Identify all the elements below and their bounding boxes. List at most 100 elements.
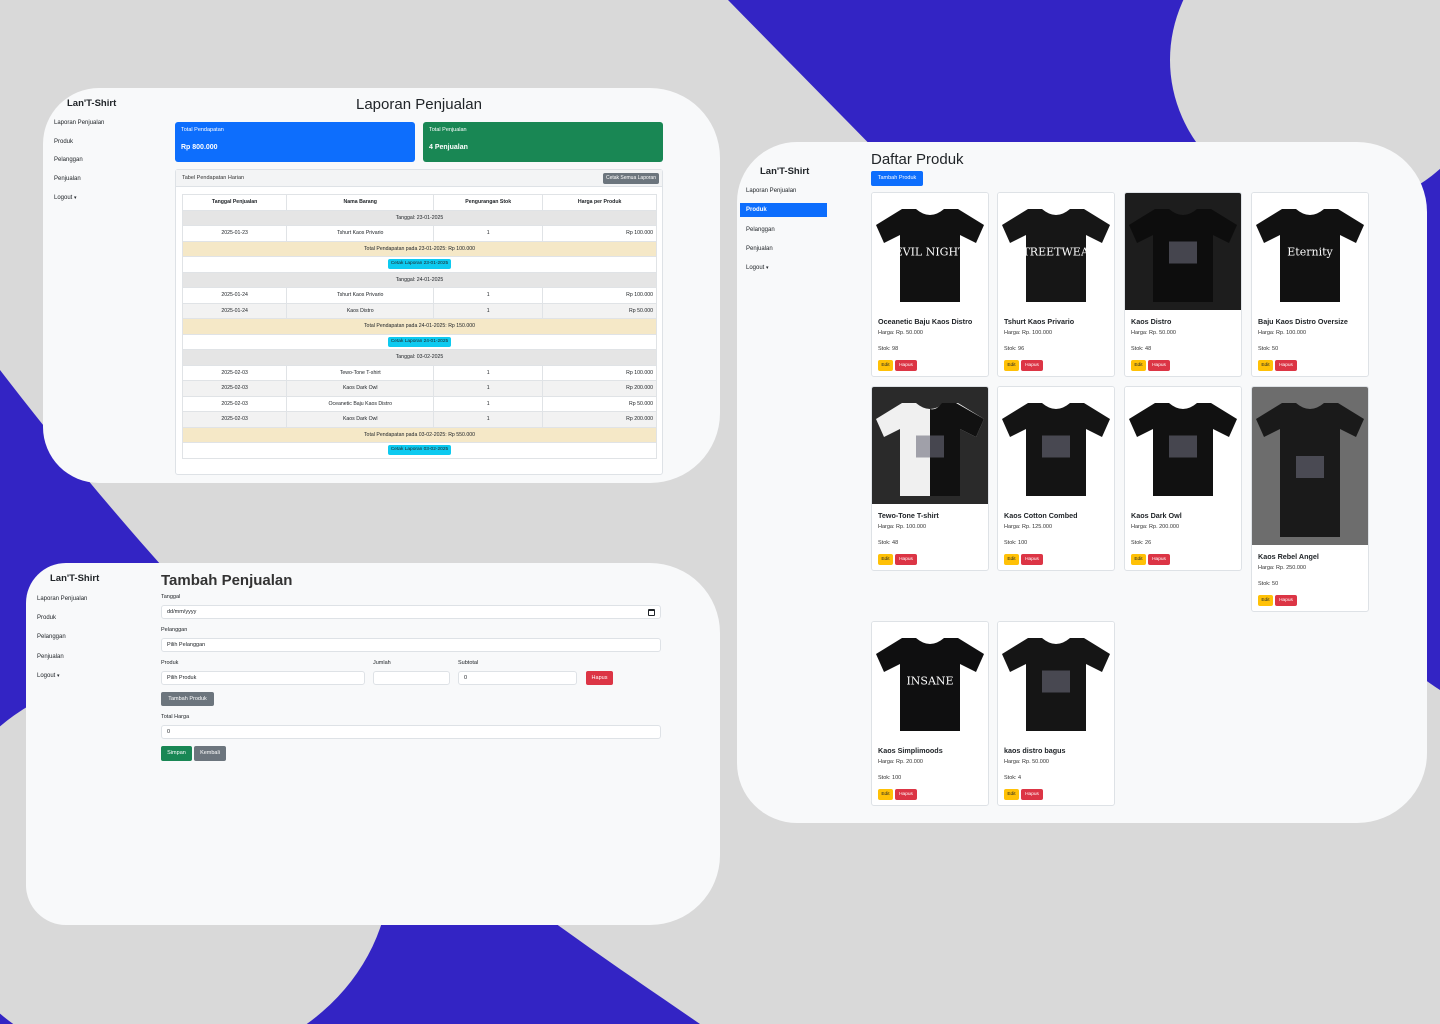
print-report-button[interactable]: Cetak Laporan 23-01-2025: [387, 259, 452, 270]
add-sale-panel: Lan'T-Shirt Laporan Penjualan Produk Pel…: [26, 563, 720, 925]
delete-button[interactable]: Hapus: [1148, 360, 1170, 371]
shirt-print-text: STREETWEAR: [1015, 246, 1098, 259]
print-report-button[interactable]: Cetak Laporan 03-02-2025: [387, 445, 452, 456]
delete-button[interactable]: Hapus: [1148, 554, 1170, 565]
total-sales-card: Total Penjualan 4 Penjualan: [423, 122, 663, 162]
table-cell: Tshurt Kaos Privario: [286, 287, 435, 304]
edit-button[interactable]: Edit: [878, 554, 893, 565]
back-button[interactable]: Kembali: [194, 746, 226, 761]
nav-logout[interactable]: Logout ▾: [31, 669, 60, 683]
edit-button[interactable]: Edit: [1004, 360, 1019, 371]
delete-button[interactable]: Hapus: [1021, 360, 1043, 371]
product-price: Harga: Rp. 50.000: [878, 330, 923, 336]
nav-penjualan[interactable]: Penjualan: [48, 172, 81, 186]
edit-button[interactable]: Edit: [1258, 595, 1273, 606]
brand-logo[interactable]: Lan'T-Shirt: [760, 166, 809, 177]
table-cell: Rp 100.000: [542, 364, 657, 381]
logout-label: Logout: [37, 673, 56, 679]
total-input: 0: [161, 725, 661, 739]
shirt-graphic: [1169, 241, 1197, 264]
delete-button[interactable]: Hapus: [1275, 595, 1297, 606]
edit-button[interactable]: Edit: [878, 360, 893, 371]
edit-button[interactable]: Edit: [878, 789, 893, 800]
shirt-print-text: EVIL NIGHT: [895, 246, 966, 259]
tshirt-distro-image: [1125, 193, 1241, 310]
add-product-button[interactable]: Tambah Produk: [871, 171, 923, 186]
print-cell: Cetak Laporan 24-01-2025: [182, 333, 657, 350]
product-name: Kaos Rebel Angel: [1258, 552, 1319, 561]
nav-produk[interactable]: Produk: [48, 135, 73, 149]
product-price: Harga: Rp. 125.000: [1004, 524, 1053, 530]
nav-pelanggan[interactable]: Pelanggan: [31, 630, 66, 644]
tshirt-icon: Eternity: [1256, 209, 1364, 302]
product-price: Harga: Rp. 100.000: [878, 524, 927, 530]
total-sales-label: Total Penjualan: [429, 127, 467, 133]
group-total-label: Total Pendapatan pada 23-01-2025: Rp 100…: [182, 240, 657, 257]
product-name: Kaos Distro: [1131, 317, 1172, 326]
table-cell: Tewo-Tone T-shirt: [286, 364, 435, 381]
table-cell: 1: [433, 225, 544, 242]
save-button[interactable]: Simpan: [161, 746, 192, 761]
page-title: Daftar Produk: [871, 151, 964, 168]
delete-button[interactable]: Hapus: [1021, 554, 1043, 565]
total-income-label: Total Pendapatan: [181, 127, 224, 133]
delete-button[interactable]: Hapus: [895, 360, 917, 371]
nav-laporan-penjualan[interactable]: Laporan Penjualan: [31, 592, 87, 606]
tshirt-icon: INSANE: [876, 638, 984, 731]
nav-penjualan[interactable]: Penjualan: [740, 242, 827, 256]
shirt-graphic: [1296, 456, 1324, 478]
customer-select[interactable]: Pilih Pelanggan: [161, 638, 661, 652]
delete-button[interactable]: Hapus: [1021, 789, 1043, 800]
nav-penjualan[interactable]: Penjualan: [31, 650, 64, 664]
delete-button[interactable]: Hapus: [1275, 360, 1297, 371]
calendar-icon[interactable]: [648, 609, 655, 616]
nav-logout[interactable]: Logout ▾: [740, 261, 827, 275]
print-report-button[interactable]: Cetak Laporan 24-01-2025: [387, 336, 452, 347]
date-group-row: Tanggal: 03-02-2025: [182, 349, 657, 366]
tshirt-cotton-combed-image: [998, 387, 1114, 504]
remove-product-button[interactable]: Hapus: [586, 671, 613, 685]
product-select[interactable]: Pilih Produk: [161, 671, 365, 685]
edit-button[interactable]: Edit: [1004, 789, 1019, 800]
brand-logo[interactable]: Lan'T-Shirt: [50, 573, 99, 584]
edit-button[interactable]: Edit: [1131, 554, 1146, 565]
quantity-input[interactable]: [373, 671, 450, 685]
product-name: Kaos Cotton Combed: [1004, 511, 1078, 520]
nav-laporan-penjualan[interactable]: Laporan Penjualan: [740, 184, 827, 198]
edit-button[interactable]: Edit: [1258, 360, 1273, 371]
tshirt-distro-bagus-image: [998, 622, 1114, 739]
nav-produk[interactable]: Produk: [31, 611, 56, 625]
table-cell: 1: [433, 411, 544, 428]
delete-button[interactable]: Hapus: [895, 554, 917, 565]
nav-pelanggan[interactable]: Pelanggan: [48, 153, 83, 167]
card-header-title: Tabel Pendapatan Harian: [182, 175, 245, 181]
product-stock: Stok: 98: [878, 346, 899, 352]
nav-logout[interactable]: Logout ▾: [48, 191, 77, 205]
nav-produk[interactable]: Produk: [740, 203, 827, 217]
brand-logo[interactable]: Lan'T-Shirt: [67, 98, 116, 109]
edit-button[interactable]: Edit: [1131, 360, 1146, 371]
caret-down-icon: ▾: [74, 195, 77, 201]
group-total-label: Total Pendapatan pada 03-02-2025: Rp 550…: [182, 426, 657, 443]
product-stock: Stok: 96: [1004, 346, 1025, 352]
product-stock: Stok: 50: [1258, 581, 1279, 587]
print-all-button[interactable]: Cetak Semua Laporan: [602, 173, 659, 184]
column-header: Tanggal Penjualan: [181, 194, 288, 211]
group-total-row: Total Pendapatan pada 24-01-2025: Rp 150…: [182, 318, 657, 335]
total-sales-value: 4 Penjualan: [429, 144, 468, 151]
nav-laporan-penjualan[interactable]: Laporan Penjualan: [48, 116, 104, 130]
add-product-button[interactable]: Tambah Produk: [161, 692, 214, 706]
subtotal-input: 0: [458, 671, 577, 685]
edit-button[interactable]: Edit: [1004, 554, 1019, 565]
delete-button[interactable]: Hapus: [895, 789, 917, 800]
tshirt-evil-night-image: EVIL NIGHT: [872, 193, 988, 310]
product-name: Kaos Simplimoods: [878, 746, 943, 755]
tshirt-icon: [1002, 403, 1110, 496]
date-input[interactable]: dd/mm/yyyy: [161, 605, 661, 619]
product-price: Harga: Rp. 250.000: [1258, 565, 1307, 571]
tshirt-icon: [1256, 403, 1364, 537]
product-name: Kaos Dark Owl: [1131, 511, 1182, 520]
logout-label: Logout: [54, 195, 73, 201]
nav-pelanggan[interactable]: Pelanggan: [740, 223, 827, 237]
date-group-label: Tanggal: 03-02-2025: [182, 349, 657, 366]
